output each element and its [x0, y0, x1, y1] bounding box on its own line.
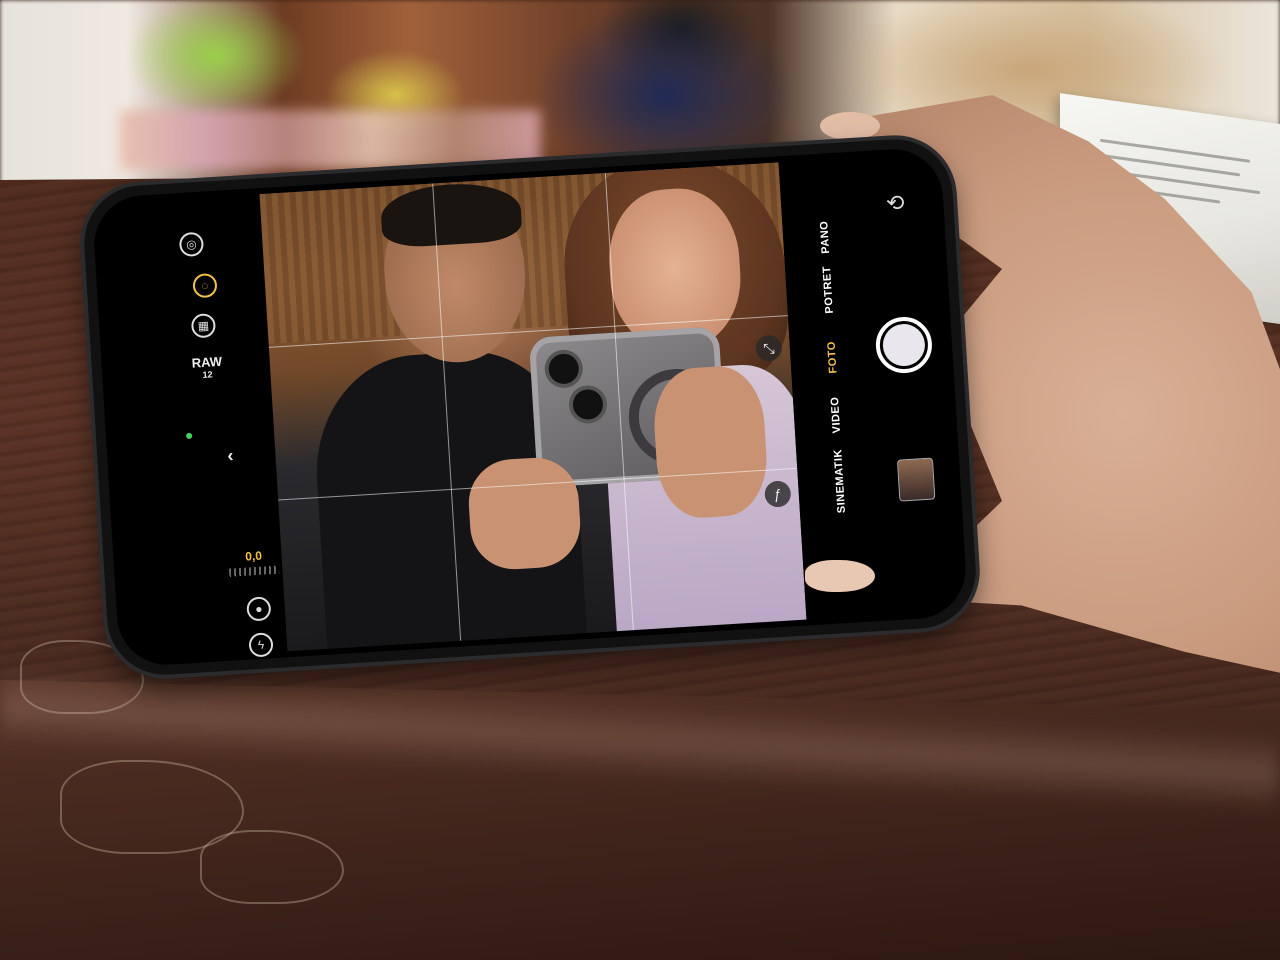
exposure-value: 0,0	[244, 548, 263, 564]
mode-selector: SINEMATIK VIDEO FOTO POTRET PANO	[816, 182, 866, 513]
mode-sinematik[interactable]: SINEMATIK	[832, 449, 848, 514]
photographic-styles-icon[interactable]: ▦	[190, 313, 217, 339]
mode-potret[interactable]: POTRET	[821, 266, 836, 314]
blurred-crowd	[120, 110, 540, 170]
mode-pano[interactable]: PANO	[818, 220, 832, 254]
night-mode-icon[interactable]: ◌	[192, 272, 218, 299]
zoom-collapse-icon[interactable]: ⤡	[755, 334, 783, 363]
raw-toggle[interactable]: RAW 12	[191, 354, 223, 382]
photo-scene: ◎ ◌ ▦ RAW 12 ‹ 0,0 ● ϟ ⤡ ƒ ⟲ SINEMATIK V…	[0, 0, 1280, 960]
mode-video[interactable]: VIDEO	[829, 396, 843, 433]
shutter-button[interactable]	[874, 315, 934, 375]
smartphone: ◎ ◌ ▦ RAW 12 ‹ 0,0 ● ϟ ⤡ ƒ ⟲ SINEMATIK V…	[80, 135, 980, 679]
camera-left-controls: ◎ ◌ ▦ RAW 12 ‹ 0,0 ● ϟ	[91, 188, 288, 668]
exposure-slider[interactable]	[229, 565, 280, 577]
flash-icon[interactable]: ϟ	[248, 632, 274, 658]
mode-foto[interactable]: FOTO	[826, 341, 840, 374]
camera-in-use-indicator	[185, 432, 193, 440]
camera-viewfinder[interactable]: ⤡ ƒ	[259, 162, 807, 652]
chevron-left-icon[interactable]: ‹	[227, 445, 234, 466]
subject-hand	[466, 455, 583, 572]
fingernail	[820, 112, 880, 140]
camera-right-controls: ⟲ SINEMATIK VIDEO FOTO POTRET PANO	[778, 146, 969, 626]
thumb-nail	[805, 560, 875, 592]
subject-hand	[651, 363, 770, 521]
record-icon[interactable]: ●	[246, 596, 272, 622]
last-photo-thumbnail[interactable]	[896, 457, 936, 502]
camera-flip-icon[interactable]: ⟲	[880, 188, 910, 218]
live-photo-icon[interactable]: ◎	[178, 231, 205, 258]
